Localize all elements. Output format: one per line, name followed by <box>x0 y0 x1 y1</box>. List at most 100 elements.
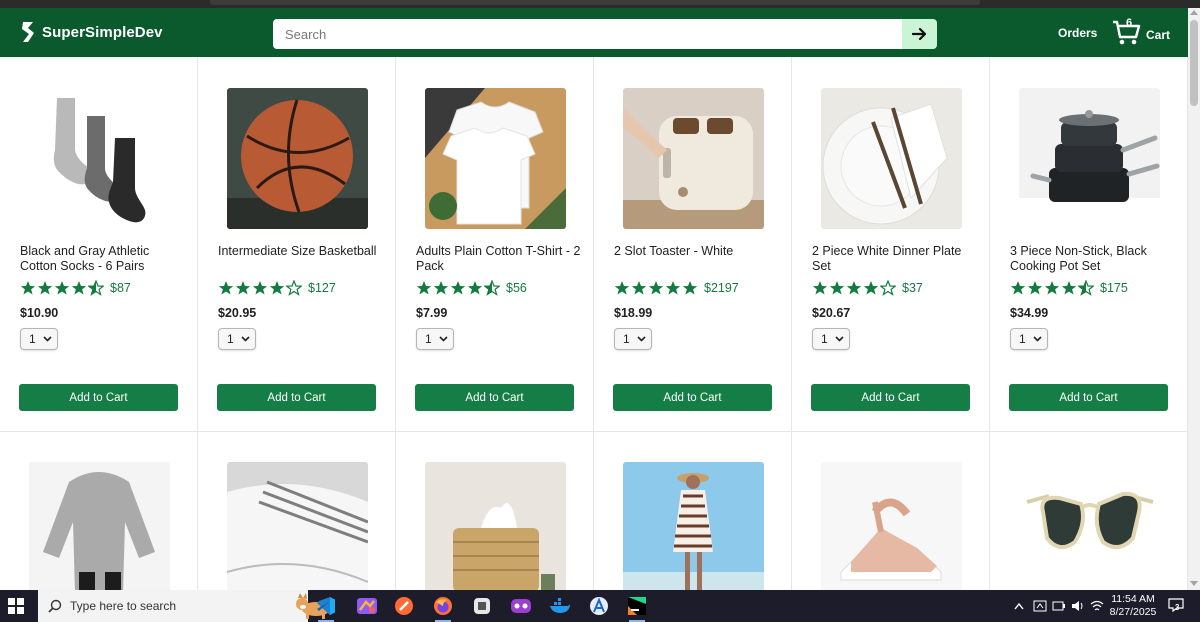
quantity-select[interactable]: 1 <box>20 328 58 350</box>
product-image-tissue-box <box>424 462 566 590</box>
add-to-cart-button[interactable]: Add to Cart <box>613 384 772 411</box>
add-to-cart-button[interactable]: Add to Cart <box>415 384 574 411</box>
paint-app-taskbar-icon[interactable] <box>354 594 380 618</box>
product-name: 3 Piece Non-Stick, Black Cooking Pot Set <box>1010 244 1147 273</box>
docker-taskbar-icon[interactable] <box>547 594 573 618</box>
add-to-cart-button[interactable]: Add to Cart <box>1009 384 1168 411</box>
site-header: SuperSimpleDev Orders 6 Cart <box>0 8 1188 57</box>
product-rating: $56 <box>416 280 527 296</box>
add-to-cart-button[interactable]: Add to Cart <box>811 384 970 411</box>
product-image-plate <box>820 87 962 229</box>
quantity-value: 1 <box>425 332 432 346</box>
a-app-taskbar-icon[interactable] <box>586 594 612 618</box>
taskbar-clock[interactable]: 11:54 AM 8/27/2025 <box>1108 593 1158 619</box>
add-to-cart-button[interactable]: Add to Cart <box>19 384 178 411</box>
windows-start-icon[interactable] <box>8 598 24 614</box>
product-rating: $37 <box>812 280 923 296</box>
rating-stars-icon <box>218 280 303 296</box>
cart-icon: 6 <box>1112 17 1142 47</box>
quantity-select[interactable]: 1 <box>614 328 652 350</box>
product-card <box>0 432 198 590</box>
product-price: $20.95 <box>218 306 257 320</box>
quantity-select[interactable]: 1 <box>1010 328 1048 350</box>
chevron-down-icon <box>43 336 52 342</box>
product-image-sunglasses <box>1018 462 1160 590</box>
scroll-down-arrow-icon[interactable] <box>1190 581 1198 586</box>
taskbar-search-placeholder: Type here to search <box>70 599 177 613</box>
quantity-value: 1 <box>227 332 234 346</box>
browser-top-strip <box>0 0 1200 8</box>
chevron-down-icon <box>241 336 250 342</box>
page-scrollbar[interactable] <box>1188 8 1200 590</box>
rating-stars-icon <box>614 280 699 296</box>
product-rating: $87 <box>20 280 131 296</box>
arrow-right-icon <box>911 27 926 41</box>
mask-app-taskbar-icon[interactable] <box>508 594 534 618</box>
brand-name: SuperSimpleDev <box>42 23 163 41</box>
cart-link[interactable]: 6 Cart <box>1112 17 1171 47</box>
quantity-select[interactable]: 1 <box>812 328 850 350</box>
product-name: 2 Piece White Dinner Plate Set <box>812 244 962 273</box>
clock-date: 8/27/2025 <box>1109 606 1157 618</box>
add-to-cart-button[interactable]: Add to Cart <box>217 384 376 411</box>
product-image-towels <box>226 462 368 590</box>
chevron-up-icon[interactable] <box>1014 602 1024 610</box>
clock-time: 11:54 AM <box>1111 593 1155 605</box>
brand-logo-link[interactable]: SuperSimpleDev <box>20 20 163 44</box>
jetbrains-taskbar-icon[interactable] <box>624 594 650 622</box>
product-card <box>594 432 792 590</box>
product-card <box>198 432 396 590</box>
quantity-select[interactable]: 1 <box>416 328 454 350</box>
cart-label: Cart <box>1146 28 1171 42</box>
product-price: $10.90 <box>20 306 59 320</box>
chevron-down-icon <box>637 336 646 342</box>
notification-count-badge: 3 <box>1175 603 1180 612</box>
volume-icon[interactable] <box>1071 600 1085 612</box>
firefox-taskbar-icon[interactable] <box>430 594 456 622</box>
search-input[interactable] <box>273 19 902 49</box>
product-rating: $175 <box>1010 280 1128 296</box>
product-card <box>792 432 990 590</box>
wifi-icon[interactable] <box>1090 600 1104 612</box>
network-icon[interactable] <box>1033 600 1047 612</box>
quantity-value: 1 <box>821 332 828 346</box>
product-image-sweater <box>28 462 170 590</box>
rating-count[interactable]: $56 <box>506 281 527 295</box>
product-card: 2 Slot Toaster - White $2197 $18.99 1 Ad… <box>594 57 792 432</box>
rating-stars-icon <box>416 280 501 296</box>
search-button[interactable] <box>902 19 937 49</box>
windows-app-taskbar-icon[interactable] <box>469 594 495 618</box>
product-rating: $127 <box>218 280 336 296</box>
product-image-basketball <box>226 87 368 229</box>
rating-count[interactable]: $175 <box>1100 281 1128 295</box>
product-image-socks <box>28 87 170 229</box>
products-grid: Black and Gray Athletic Cotton Socks - 6… <box>0 57 1188 590</box>
chevron-down-icon <box>835 336 844 342</box>
quantity-select[interactable]: 1 <box>218 328 256 350</box>
vscode-taskbar-icon[interactable] <box>313 594 339 622</box>
browser-tab-bar <box>210 0 980 5</box>
product-name: Intermediate Size Basketball <box>218 244 377 258</box>
scroll-up-arrow-icon[interactable] <box>1190 10 1198 15</box>
product-card <box>396 432 594 590</box>
product-price: $7.99 <box>416 306 448 320</box>
chevron-down-icon <box>1033 336 1042 342</box>
product-card: Adults Plain Cotton T-Shirt - 2 Pack $56… <box>396 57 594 432</box>
notification-icon[interactable]: 3 <box>1168 598 1184 613</box>
product-image-sandals <box>820 462 962 590</box>
rating-stars-icon <box>812 280 897 296</box>
scroll-thumb[interactable] <box>1190 20 1198 106</box>
product-card: Intermediate Size Basketball $127 $20.95… <box>198 57 396 432</box>
product-price: $34.99 <box>1010 306 1049 320</box>
orders-link[interactable]: Orders <box>1058 26 1097 40</box>
battery-icon[interactable] <box>1052 600 1066 612</box>
product-name: 2 Slot Toaster - White <box>614 244 734 258</box>
rating-count[interactable]: $87 <box>110 281 131 295</box>
rating-count[interactable]: $127 <box>308 281 336 295</box>
rating-count[interactable]: $37 <box>902 281 923 295</box>
rating-stars-icon <box>20 280 105 296</box>
rating-count[interactable]: $2197 <box>704 281 739 295</box>
search-icon <box>48 599 62 613</box>
taskbar-search-box[interactable]: Type here to search <box>38 590 330 622</box>
compass-app-taskbar-icon[interactable] <box>391 594 417 618</box>
